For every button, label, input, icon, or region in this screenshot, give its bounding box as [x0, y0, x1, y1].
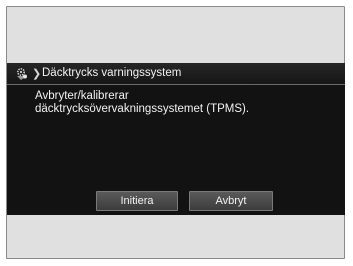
tpms-screen: ❯ Däcktrycks varningssystem Avbryter/kal… — [7, 63, 345, 215]
chevron-right-icon: ❯ — [32, 68, 42, 80]
settings-gear-icon — [16, 67, 27, 80]
message-line-2: däcktrycksövervakningssystemet (TPMS). — [35, 103, 250, 115]
dialog-message: Avbryter/kalibrerar däcktrycksövervaknin… — [35, 90, 335, 116]
dialog-title: Däcktrycks varningssystem — [42, 67, 182, 79]
title-bar: ❯ Däcktrycks varningssystem — [7, 63, 345, 85]
message-line-1: Avbryter/kalibrerar — [35, 90, 129, 102]
initiate-button[interactable]: Initiera — [96, 191, 178, 211]
cancel-button[interactable]: Avbryt — [189, 191, 273, 211]
